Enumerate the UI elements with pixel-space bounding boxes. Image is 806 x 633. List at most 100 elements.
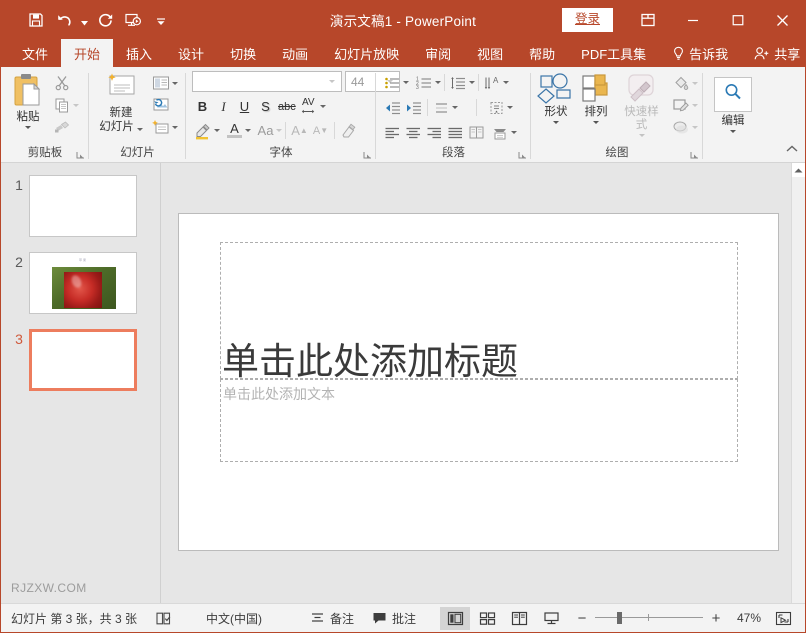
zoom-out-button[interactable]: − bbox=[575, 611, 589, 626]
font-color-icon[interactable]: A bbox=[224, 120, 245, 141]
tab-share[interactable]: 共享 bbox=[741, 39, 806, 67]
slide-thumbnail-3[interactable] bbox=[29, 329, 137, 391]
slide-layout-dropdown-icon[interactable] bbox=[172, 82, 178, 85]
tab-insert[interactable]: 插入 bbox=[113, 39, 165, 67]
shape-fill-dropdown-icon[interactable] bbox=[692, 82, 698, 85]
canvas-vertical-scrollbar[interactable] bbox=[791, 163, 805, 603]
character-spacing-dropdown-icon[interactable] bbox=[320, 105, 326, 108]
font-name-dropdown-icon[interactable] bbox=[325, 80, 339, 83]
align-center-icon[interactable] bbox=[403, 122, 424, 143]
slide-sorter-icon[interactable] bbox=[472, 607, 502, 630]
ribbon-display-options-icon[interactable] bbox=[625, 1, 670, 39]
numbered-list-icon[interactable]: 123 bbox=[414, 72, 435, 93]
shape-outline-icon[interactable] bbox=[670, 94, 692, 116]
comments-button[interactable]: 批注 bbox=[363, 604, 425, 633]
quick-styles-button[interactable]: 快速样式 bbox=[616, 71, 667, 137]
bold-button[interactable]: B bbox=[192, 96, 213, 117]
clipboard-dialog-launcher[interactable] bbox=[76, 151, 85, 160]
arrange-button[interactable]: 排列 bbox=[576, 71, 616, 124]
tab-help[interactable]: 帮助 bbox=[516, 39, 568, 67]
slideshow-view-icon[interactable] bbox=[536, 607, 566, 630]
tab-tell-me[interactable]: 告诉我 bbox=[659, 39, 741, 67]
slide-thumbnail-1[interactable] bbox=[29, 175, 137, 237]
align-text-icon[interactable] bbox=[486, 97, 507, 118]
tab-slideshow[interactable]: 幻灯片放映 bbox=[321, 39, 412, 67]
slide-section-dropdown-icon[interactable] bbox=[172, 126, 178, 129]
reading-view-icon[interactable] bbox=[504, 607, 534, 630]
tab-pdf-toolkit[interactable]: PDF工具集 bbox=[568, 39, 659, 67]
font-dialog-launcher[interactable] bbox=[363, 151, 372, 160]
slide-canvas[interactable]: 单击此处添加标题 单击此处添加文本 bbox=[178, 213, 779, 551]
shapes-button[interactable]: 形状 bbox=[536, 71, 576, 124]
strikethrough-button[interactable]: abc bbox=[276, 96, 298, 117]
customize-quick-access-toolbar-icon[interactable] bbox=[148, 7, 174, 33]
paragraph-spacing-icon[interactable] bbox=[431, 97, 452, 118]
smartart-icon[interactable] bbox=[489, 122, 511, 143]
slide-section-icon[interactable] bbox=[150, 116, 172, 138]
increase-indent-icon[interactable] bbox=[403, 97, 424, 118]
editing-dropdown-icon[interactable] bbox=[730, 130, 736, 133]
shape-effects-dropdown-icon[interactable] bbox=[692, 126, 698, 129]
text-highlight-dropdown-icon[interactable] bbox=[214, 129, 220, 132]
line-spacing-icon[interactable] bbox=[448, 72, 469, 93]
normal-view-icon[interactable] bbox=[440, 607, 470, 630]
tab-view[interactable]: 视图 bbox=[464, 39, 516, 67]
shapes-dropdown-icon[interactable] bbox=[553, 121, 559, 124]
scroll-up-icon[interactable] bbox=[792, 163, 805, 177]
text-shadow-button[interactable]: S bbox=[255, 96, 276, 117]
line-spacing-dropdown-icon[interactable] bbox=[469, 81, 475, 84]
paste-dropdown-icon[interactable] bbox=[25, 126, 31, 129]
undo-icon[interactable] bbox=[51, 7, 77, 33]
character-spacing-button[interactable]: AV bbox=[298, 96, 319, 117]
tab-file[interactable]: 文件 bbox=[9, 39, 61, 67]
copy-dropdown-icon[interactable] bbox=[73, 104, 79, 107]
redo-icon[interactable] bbox=[92, 7, 118, 33]
paragraph-spacing-dropdown-icon[interactable] bbox=[452, 106, 458, 109]
slideshow-icon[interactable] bbox=[120, 7, 146, 33]
paragraph-dialog-launcher[interactable] bbox=[518, 151, 527, 160]
font-name-combobox[interactable] bbox=[192, 71, 342, 92]
zoom-slider[interactable] bbox=[595, 610, 703, 626]
underline-button[interactable]: U bbox=[234, 96, 255, 117]
tab-transitions[interactable]: 切换 bbox=[217, 39, 269, 67]
undo-dropdown-icon[interactable] bbox=[79, 7, 90, 33]
tab-design[interactable]: 设计 bbox=[165, 39, 217, 67]
italic-button[interactable]: I bbox=[213, 96, 234, 117]
tab-home[interactable]: 开始 bbox=[61, 39, 113, 67]
quick-styles-dropdown-icon[interactable] bbox=[639, 134, 645, 137]
fit-to-window-icon[interactable] bbox=[769, 607, 797, 630]
bullet-list-dropdown-icon[interactable] bbox=[403, 81, 409, 84]
new-slide-button[interactable]: 新建 幻灯片 bbox=[94, 70, 148, 134]
text-direction-icon[interactable]: A bbox=[482, 72, 503, 93]
decrease-indent-icon[interactable] bbox=[382, 97, 403, 118]
new-slide-dropdown-icon[interactable] bbox=[137, 128, 143, 131]
decrease-font-size-button[interactable]: A▼ bbox=[310, 120, 331, 141]
title-placeholder[interactable]: 单击此处添加标题 bbox=[220, 242, 738, 379]
shape-outline-dropdown-icon[interactable] bbox=[692, 104, 698, 107]
clear-formatting-icon[interactable] bbox=[338, 120, 359, 141]
zoom-percent[interactable]: 47% bbox=[729, 611, 761, 625]
align-right-icon[interactable] bbox=[424, 122, 445, 143]
text-highlight-icon[interactable] bbox=[192, 120, 214, 141]
format-painter-icon[interactable] bbox=[51, 116, 73, 138]
columns-icon[interactable] bbox=[466, 122, 487, 143]
tab-animations[interactable]: 动画 bbox=[269, 39, 321, 67]
text-direction-dropdown-icon[interactable] bbox=[503, 81, 509, 84]
editing-button[interactable]: 编辑 bbox=[711, 75, 755, 133]
paste-button[interactable]: 粘贴 bbox=[6, 70, 50, 129]
sign-in-button[interactable]: 登录 bbox=[562, 8, 613, 31]
increase-font-size-button[interactable]: A▲ bbox=[289, 120, 310, 141]
font-color-dropdown-icon[interactable] bbox=[245, 129, 251, 132]
bullet-list-icon[interactable] bbox=[382, 72, 403, 93]
zoom-in-button[interactable]: + bbox=[709, 611, 723, 626]
copy-icon[interactable] bbox=[51, 94, 73, 116]
change-case-button[interactable]: Aa bbox=[255, 120, 276, 141]
zoom-slider-handle[interactable] bbox=[617, 612, 622, 624]
align-left-icon[interactable] bbox=[382, 122, 403, 143]
cut-icon[interactable] bbox=[51, 72, 73, 94]
language-status[interactable]: 中文(中国) bbox=[197, 604, 271, 633]
spellcheck-icon[interactable] bbox=[146, 604, 181, 633]
numbered-list-dropdown-icon[interactable] bbox=[435, 81, 441, 84]
save-icon[interactable] bbox=[23, 7, 49, 33]
maximize-icon[interactable] bbox=[715, 1, 760, 39]
